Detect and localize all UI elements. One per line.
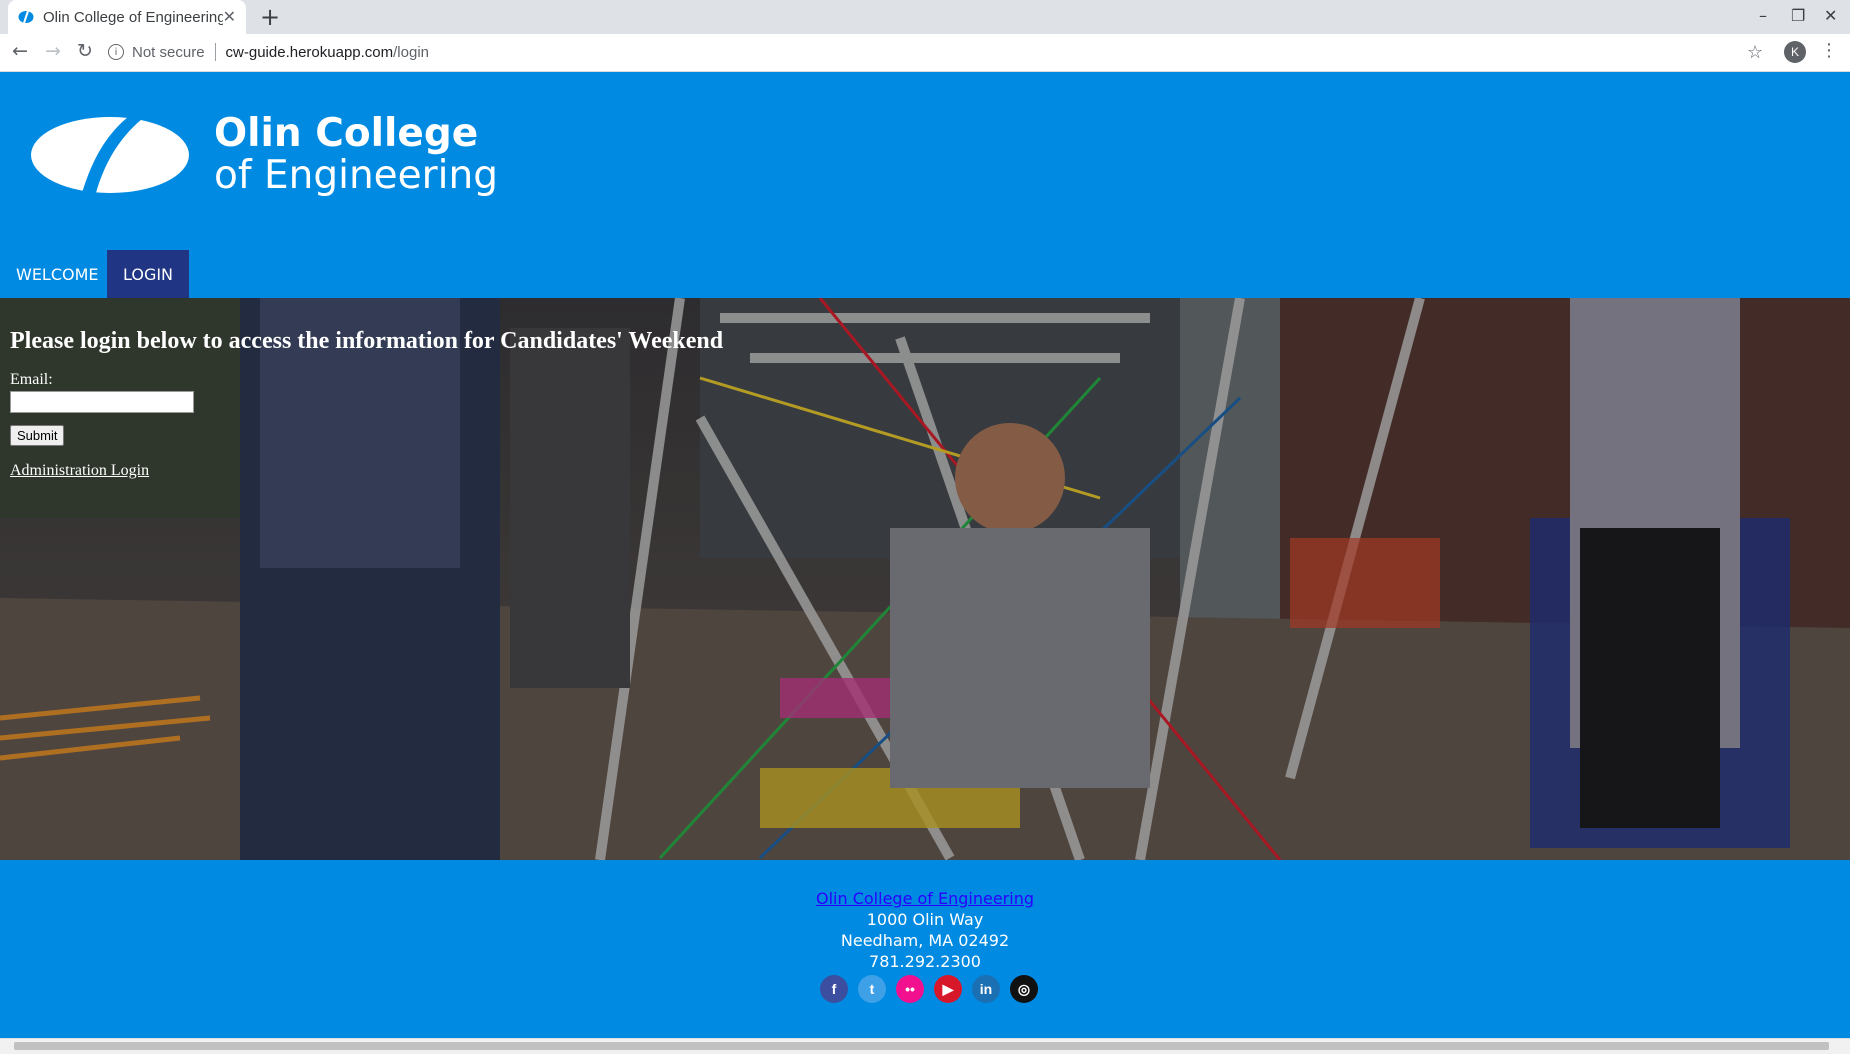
bookmark-star-icon[interactable]: ☆	[1747, 42, 1763, 63]
logo-wordmark: Olin College of Engineering	[214, 113, 498, 197]
email-label: Email:	[10, 371, 53, 388]
phone-number: 781.292.2300	[869, 952, 981, 971]
reload-icon[interactable]: ↻	[77, 40, 93, 62]
address-bar[interactable]: i Not secure cw-guide.herokuapp.com/logi…	[108, 37, 1778, 67]
olin-logo-mark-icon	[31, 117, 189, 193]
scrollbar-thumb[interactable]	[14, 1042, 1829, 1050]
instagram-icon[interactable]: ◎	[1010, 975, 1038, 1003]
address-line-1: 1000 Olin Way	[866, 910, 984, 929]
admin-login-link[interactable]: Administration Login	[10, 462, 723, 480]
main-nav: WELCOME LOGIN	[0, 250, 1850, 298]
social-links: f t •• ▶ in ◎	[820, 975, 1038, 1003]
forward-icon[interactable]: →	[45, 40, 61, 62]
new-tab-button[interactable]: +	[260, 3, 280, 31]
olin-favicon-icon	[18, 9, 34, 25]
flickr-icon[interactable]: ••	[896, 975, 924, 1003]
facebook-icon[interactable]: f	[820, 975, 848, 1003]
info-icon[interactable]: i	[108, 44, 124, 60]
browser-toolbar: ← → ↻ i Not secure cw-guide.herokuapp.co…	[0, 34, 1850, 72]
tab-close-icon[interactable]: ✕	[223, 7, 236, 27]
site-header: Olin College of Engineering	[0, 72, 1850, 250]
youtube-icon[interactable]: ▶	[934, 975, 962, 1003]
browser-tab[interactable]: Olin College of Engineering ✕	[8, 0, 246, 34]
minimize-icon[interactable]: –	[1759, 6, 1767, 25]
olin-logo[interactable]: Olin College of Engineering	[30, 113, 498, 197]
url-path: /login	[393, 43, 429, 61]
twitter-icon[interactable]: t	[858, 975, 886, 1003]
back-icon[interactable]: ←	[12, 40, 28, 62]
college-link[interactable]: Olin College of Engineering	[816, 889, 1034, 908]
site-footer: Olin College of Engineering 1000 Olin Wa…	[0, 860, 1850, 1038]
submit-button[interactable]: Submit	[10, 425, 65, 446]
hero-section: Please login below to access the informa…	[0, 298, 1850, 860]
login-panel: Please login below to access the informa…	[10, 328, 723, 480]
profile-avatar[interactable]: K	[1784, 41, 1806, 63]
horizontal-scrollbar[interactable]	[0, 1038, 1850, 1054]
nav-item-welcome[interactable]: WELCOME	[0, 250, 115, 298]
tab-title: Olin College of Engineering	[43, 8, 223, 26]
restore-icon[interactable]: ❐	[1791, 6, 1805, 25]
address-line-2: Needham, MA 02492	[840, 931, 1010, 950]
logo-line-2: of Engineering	[214, 153, 498, 198]
email-field[interactable]	[10, 391, 194, 413]
url-host: cw-guide.herokuapp.com	[225, 43, 394, 61]
divider	[214, 43, 216, 61]
browser-tab-bar: Olin College of Engineering ✕ + – ❐ ✕	[0, 0, 1850, 34]
not-secure-label: Not secure	[132, 43, 205, 61]
footer-contact: Olin College of Engineering 1000 Olin Wa…	[0, 888, 1850, 972]
logo-line-1: Olin College	[214, 111, 479, 156]
login-heading: Please login below to access the informa…	[10, 328, 724, 354]
browser-menu-icon[interactable]: ⋮	[1820, 40, 1838, 61]
nav-item-login[interactable]: LOGIN	[107, 250, 190, 298]
window-close-icon[interactable]: ✕	[1824, 6, 1837, 25]
linkedin-icon[interactable]: in	[972, 975, 1000, 1003]
